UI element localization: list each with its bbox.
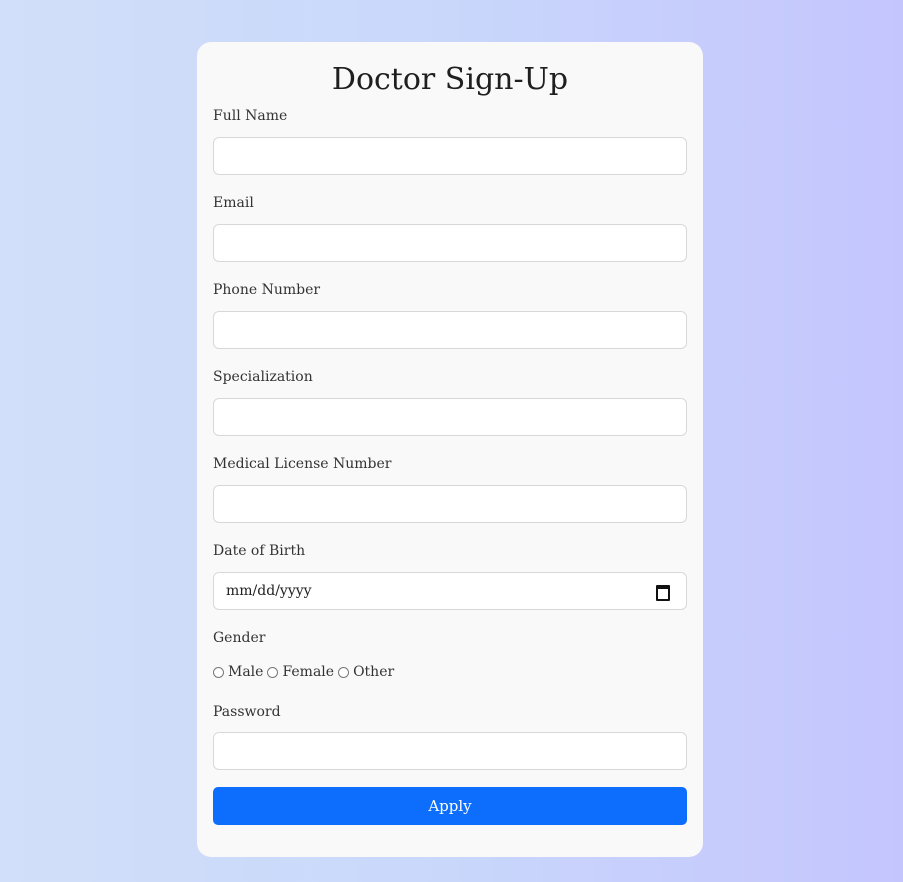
radio-icon[interactable] [338,666,350,678]
dob-placeholder: mm/dd/yyyy [226,583,312,599]
gender-radio-group: Male Female Other [213,663,398,681]
email-label: Email [213,195,254,211]
gender-option-label: Female [282,664,335,680]
signup-card: Doctor Sign-Up Full Name Email Phone Num… [197,42,703,857]
gender-option-label: Other [353,664,395,680]
apply-button[interactable]: Apply [213,787,687,825]
phone-input[interactable] [213,311,687,349]
specialization-label: Specialization [213,369,313,385]
password-input[interactable] [213,732,687,770]
gender-label: Gender [213,630,266,646]
license-label: Medical License Number [213,456,392,472]
dob-label: Date of Birth [213,543,306,559]
license-input[interactable] [213,485,687,523]
password-label: Password [213,704,281,720]
full-name-input[interactable] [213,137,687,175]
calendar-icon[interactable] [656,585,670,601]
dob-input[interactable]: mm/dd/yyyy [213,572,687,610]
gender-option-male[interactable]: Male [213,663,263,681]
specialization-input[interactable] [213,398,687,436]
radio-icon[interactable] [267,666,279,678]
gender-option-label: Male [228,664,264,680]
phone-label: Phone Number [213,282,321,298]
email-input[interactable] [213,224,687,262]
gender-option-other[interactable]: Other [338,663,394,681]
full-name-label: Full Name [213,108,288,124]
page-title: Doctor Sign-Up [331,62,569,97]
gender-option-female[interactable]: Female [267,663,334,681]
radio-icon[interactable] [213,666,224,678]
